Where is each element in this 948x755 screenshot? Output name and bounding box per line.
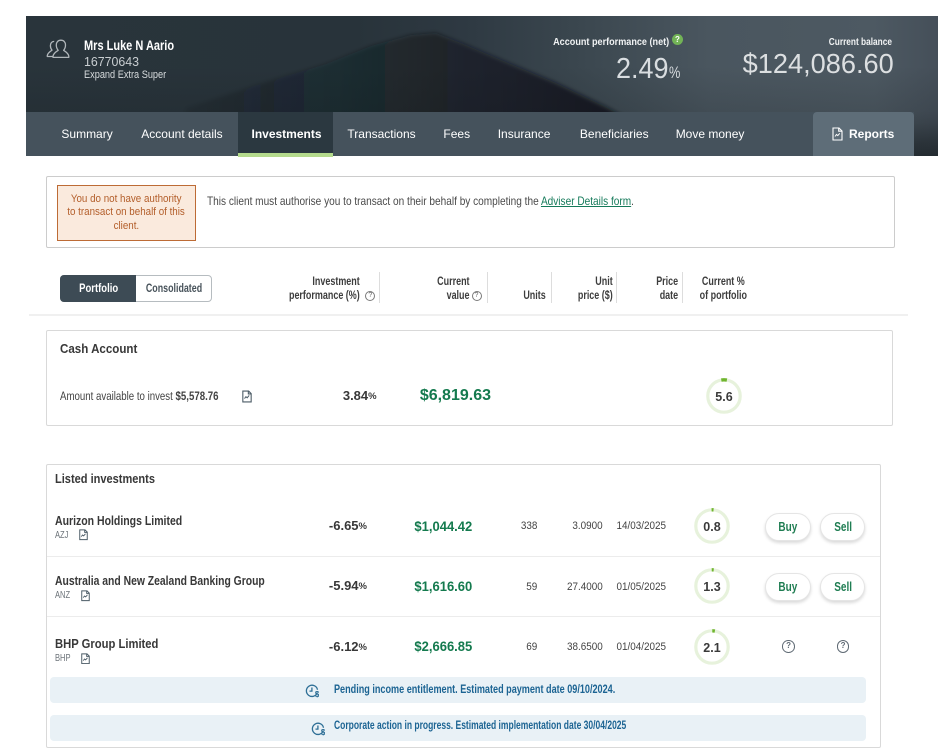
- svg-text:0.8: 0.8: [703, 520, 720, 534]
- svg-text:1.3: 1.3: [703, 580, 720, 594]
- svg-text:2.1: 2.1: [703, 640, 720, 654]
- svg-text:$: $: [321, 728, 325, 736]
- svg-text:$: $: [315, 690, 319, 698]
- svg-text:5.6: 5.6: [715, 390, 732, 404]
